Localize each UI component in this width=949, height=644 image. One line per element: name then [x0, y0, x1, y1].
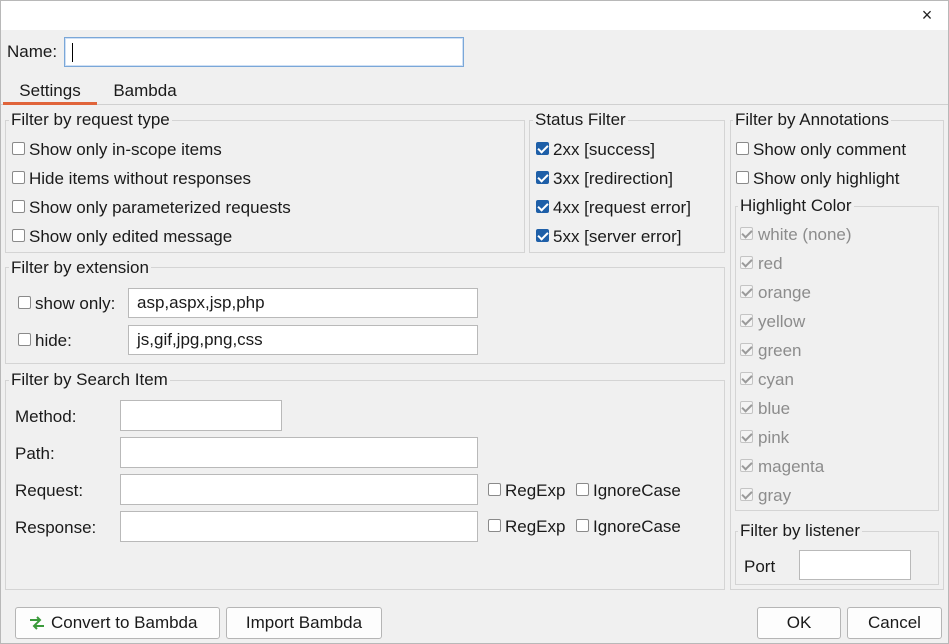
- response-ignorecase-checkbox[interactable]: [576, 519, 589, 532]
- request-input[interactable]: [120, 474, 478, 505]
- search-item-title: Filter by Search Item: [9, 370, 170, 390]
- response-regexp-label: RegExp: [505, 517, 566, 536]
- color-blue-label: blue: [758, 399, 791, 418]
- color-orange-label: orange: [758, 283, 811, 302]
- color-pink-checkbox[interactable]: [740, 430, 753, 443]
- listener-title: Filter by listener: [738, 521, 862, 541]
- color-green-label: green: [758, 341, 802, 360]
- color-yellow-checkbox[interactable]: [740, 314, 753, 327]
- response-label: Response:: [15, 518, 97, 537]
- title-bar: [0, 0, 949, 30]
- hide-extension-checkbox[interactable]: [18, 333, 31, 346]
- hide-no-response-label: Hide items without responses: [29, 169, 252, 188]
- request-ignorecase-label: IgnoreCase: [593, 481, 681, 500]
- status-3xx-label: 3xx [redirection]: [553, 169, 673, 188]
- request-ignorecase-checkbox[interactable]: [576, 483, 589, 496]
- hide-extension-input[interactable]: js,gif,jpg,png,css: [128, 325, 478, 355]
- parameterized-checkbox[interactable]: [12, 200, 25, 213]
- color-gray-checkbox[interactable]: [740, 488, 753, 501]
- request-regexp-label: RegExp: [505, 481, 566, 500]
- show-comment-label: Show only comment: [753, 140, 907, 159]
- show-comment-checkbox[interactable]: [736, 142, 749, 155]
- color-gray-label: gray: [758, 486, 792, 505]
- import-bambda-button[interactable]: Import Bambda: [226, 607, 382, 639]
- show-only-value: asp,aspx,jsp,php: [137, 293, 265, 312]
- cancel-button[interactable]: Cancel: [847, 607, 942, 639]
- color-pink-label: pink: [758, 428, 790, 447]
- tab-settings[interactable]: Settings: [5, 80, 95, 104]
- name-input[interactable]: [64, 37, 464, 67]
- color-orange-checkbox[interactable]: [740, 285, 753, 298]
- in-scope-label: Show only in-scope items: [29, 140, 222, 159]
- color-magenta-checkbox[interactable]: [740, 459, 753, 472]
- response-ignorecase-label: IgnoreCase: [593, 517, 681, 536]
- port-label: Port: [744, 557, 776, 576]
- annotations-title: Filter by Annotations: [733, 110, 892, 130]
- extension-title: Filter by extension: [9, 258, 151, 278]
- edited-message-checkbox[interactable]: [12, 229, 25, 242]
- status-3xx-checkbox[interactable]: [536, 171, 549, 184]
- show-only-checkbox[interactable]: [18, 296, 31, 309]
- active-tab-indicator: [3, 102, 97, 105]
- method-label: Method:: [15, 407, 77, 426]
- color-cyan-checkbox[interactable]: [740, 372, 753, 385]
- color-white-label: white (none): [758, 225, 852, 244]
- convert-button-label: Convert to Bambda: [51, 613, 198, 632]
- method-input[interactable]: [120, 400, 282, 431]
- edited-message-label: Show only edited message: [29, 227, 233, 246]
- show-only-label: show only:: [35, 294, 116, 313]
- tab-strip-divider: [0, 104, 949, 105]
- status-2xx-checkbox[interactable]: [536, 142, 549, 155]
- in-scope-checkbox[interactable]: [12, 142, 25, 155]
- path-input[interactable]: [120, 437, 478, 468]
- show-highlight-checkbox[interactable]: [736, 171, 749, 184]
- status-4xx-label: 4xx [request error]: [553, 198, 691, 217]
- request-type-title: Filter by request type: [9, 110, 172, 130]
- hide-extension-label: hide:: [35, 331, 72, 350]
- color-magenta-label: magenta: [758, 457, 825, 476]
- name-label: Name:: [7, 42, 58, 61]
- status-5xx-label: 5xx [server error]: [553, 227, 682, 246]
- response-regexp-checkbox[interactable]: [488, 519, 501, 532]
- show-only-input[interactable]: asp,aspx,jsp,php: [128, 288, 478, 318]
- path-label: Path:: [15, 444, 55, 463]
- request-regexp-checkbox[interactable]: [488, 483, 501, 496]
- request-label: Request:: [15, 481, 84, 500]
- color-blue-checkbox[interactable]: [740, 401, 753, 414]
- hide-no-response-checkbox[interactable]: [12, 171, 25, 184]
- status-2xx-label: 2xx [success]: [553, 140, 656, 159]
- status-filter-title: Status Filter: [533, 110, 628, 130]
- color-yellow-label: yellow: [758, 312, 806, 331]
- close-icon[interactable]: ×: [915, 4, 939, 26]
- parameterized-label: Show only parameterized requests: [29, 198, 291, 217]
- color-cyan-label: cyan: [758, 370, 794, 389]
- status-5xx-checkbox[interactable]: [536, 229, 549, 242]
- color-red-checkbox[interactable]: [740, 256, 753, 269]
- response-input[interactable]: [120, 511, 478, 542]
- color-white-checkbox[interactable]: [740, 227, 753, 240]
- color-green-checkbox[interactable]: [740, 343, 753, 356]
- show-highlight-label: Show only highlight: [753, 169, 900, 188]
- convert-arrows-icon: [30, 616, 44, 630]
- ok-button[interactable]: OK: [757, 607, 841, 639]
- tab-bambda[interactable]: Bambda: [104, 80, 186, 104]
- highlight-color-title: Highlight Color: [738, 196, 854, 216]
- status-4xx-checkbox[interactable]: [536, 200, 549, 213]
- port-input[interactable]: [799, 550, 911, 580]
- text-caret: [72, 43, 73, 62]
- convert-to-bambda-button[interactable]: Convert to Bambda: [15, 607, 220, 639]
- hide-extension-value: js,gif,jpg,png,css: [137, 330, 263, 349]
- color-red-label: red: [758, 254, 783, 273]
